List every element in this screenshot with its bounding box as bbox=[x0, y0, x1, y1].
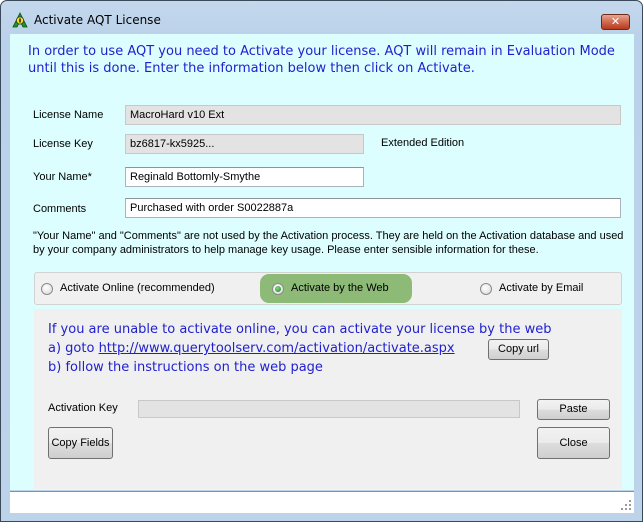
license-name-label: License Name bbox=[33, 109, 104, 121]
aqt-app-icon bbox=[12, 12, 28, 28]
license-key-label: License Key bbox=[33, 138, 93, 150]
paste-button[interactable]: Paste bbox=[537, 399, 610, 420]
activate-license-dialog: Activate AQT License ✕ In order to use A… bbox=[0, 0, 643, 522]
close-button[interactable]: Close bbox=[537, 427, 610, 459]
goto-prefix: a) goto bbox=[48, 341, 99, 356]
your-name-label: Your Name* bbox=[33, 171, 92, 183]
title-bar[interactable]: Activate AQT License ✕ bbox=[1, 1, 642, 33]
status-bar bbox=[10, 491, 634, 513]
license-key-field: bz6817-kx5925... bbox=[125, 134, 364, 154]
copy-url-button[interactable]: Copy url bbox=[488, 339, 549, 360]
window-title: Activate AQT License bbox=[34, 13, 161, 27]
radio-label: Activate by the Web bbox=[291, 282, 389, 294]
radio-activate-online[interactable]: Activate Online (recommended) bbox=[39, 273, 254, 304]
resize-grip-icon[interactable] bbox=[621, 500, 631, 510]
radio-label: Activate by Email bbox=[499, 282, 584, 294]
activation-key-field[interactable] bbox=[138, 400, 520, 418]
edition-label: Extended Edition bbox=[381, 137, 465, 149]
activation-mode-group: Activate Online (recommended) Activate b… bbox=[34, 272, 622, 305]
window-close-button[interactable]: ✕ bbox=[601, 14, 630, 30]
your-name-input[interactable]: Reginald Bottomly-Smythe bbox=[125, 167, 364, 187]
web-instruction-line-3: b) follow the instructions on the web pa… bbox=[48, 360, 323, 375]
privacy-note: "Your Name" and "Comments" are not used … bbox=[33, 230, 624, 256]
comments-input[interactable]: Purchased with order S0022887a bbox=[125, 198, 621, 218]
radio-button-icon bbox=[41, 282, 53, 295]
close-icon: ✕ bbox=[610, 15, 621, 28]
web-instructions: If you are unable to activate online, yo… bbox=[48, 320, 551, 377]
radio-activate-email[interactable]: Activate by Email bbox=[479, 273, 619, 304]
radio-label: Activate Online (recommended) bbox=[60, 282, 215, 294]
intro-text: In order to use AQT you need to Activate… bbox=[28, 44, 615, 76]
web-instruction-line-1: If you are unable to activate online, yo… bbox=[48, 322, 552, 337]
radio-activate-web[interactable]: Activate by the Web bbox=[260, 274, 412, 303]
license-name-field: MacroHard v10 Ext bbox=[125, 105, 621, 125]
comments-label: Comments bbox=[33, 203, 87, 215]
web-instruction-line-2: a) goto http://www.querytoolserv.com/act… bbox=[48, 339, 551, 358]
copy-fields-button[interactable]: Copy Fields bbox=[48, 427, 113, 459]
activation-key-label: Activation Key bbox=[48, 402, 118, 414]
radio-button-icon bbox=[480, 282, 492, 295]
radio-button-selected-icon bbox=[272, 282, 284, 295]
activation-url-link[interactable]: http://www.querytoolserv.com/activation/… bbox=[99, 341, 455, 356]
